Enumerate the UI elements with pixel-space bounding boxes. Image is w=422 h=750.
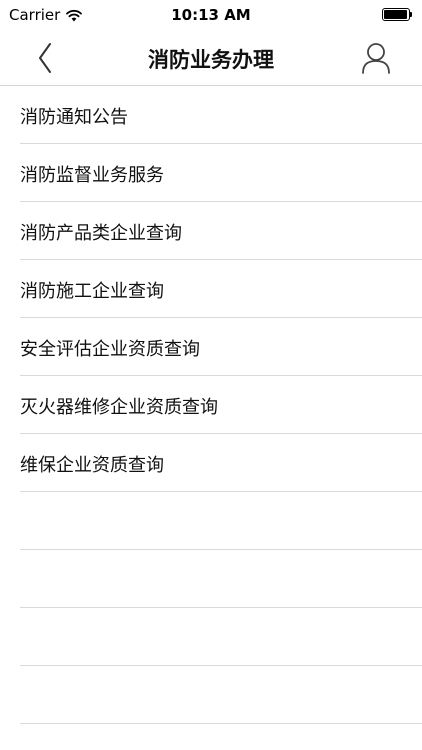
list-item-label: 维保企业资质查询 [20, 455, 164, 476]
service-list: 消防通知公告 消防监督业务服务 消防产品类企业查询 消防施工企业查询 安全评估企… [0, 86, 422, 724]
navigation-bar: 消防业务办理 [0, 30, 422, 86]
list-item-label: 灭火器维修企业资质查询 [20, 397, 218, 418]
battery-icon [382, 8, 412, 21]
status-time: 10:13 AM [171, 6, 251, 24]
list-item-maintenance[interactable]: 维保企业资质查询 [0, 434, 422, 492]
list-item-extinguisher-repair[interactable]: 灭火器维修企业资质查询 [0, 376, 422, 434]
empty-row [0, 550, 422, 608]
list-item-notice[interactable]: 消防通知公告 [0, 86, 422, 144]
status-bar: Carrier 10:13 AM [0, 0, 422, 30]
list-item-supervision[interactable]: 消防监督业务服务 [0, 144, 422, 202]
empty-row [0, 666, 422, 724]
user-icon [362, 43, 390, 74]
list-item-label: 安全评估企业资质查询 [20, 339, 200, 360]
list-item-label: 消防产品类企业查询 [20, 223, 182, 244]
empty-row [0, 608, 422, 666]
list-item-label: 消防通知公告 [20, 107, 128, 128]
list-item-product-enterprise[interactable]: 消防产品类企业查询 [0, 202, 422, 260]
empty-row [0, 492, 422, 550]
list-item-safety-assessment[interactable]: 安全评估企业资质查询 [0, 318, 422, 376]
list-item-label: 消防施工企业查询 [20, 281, 164, 302]
list-item-construction-enterprise[interactable]: 消防施工企业查询 [0, 260, 422, 318]
list-item-label: 消防监督业务服务 [20, 165, 164, 186]
user-button[interactable] [358, 39, 394, 79]
